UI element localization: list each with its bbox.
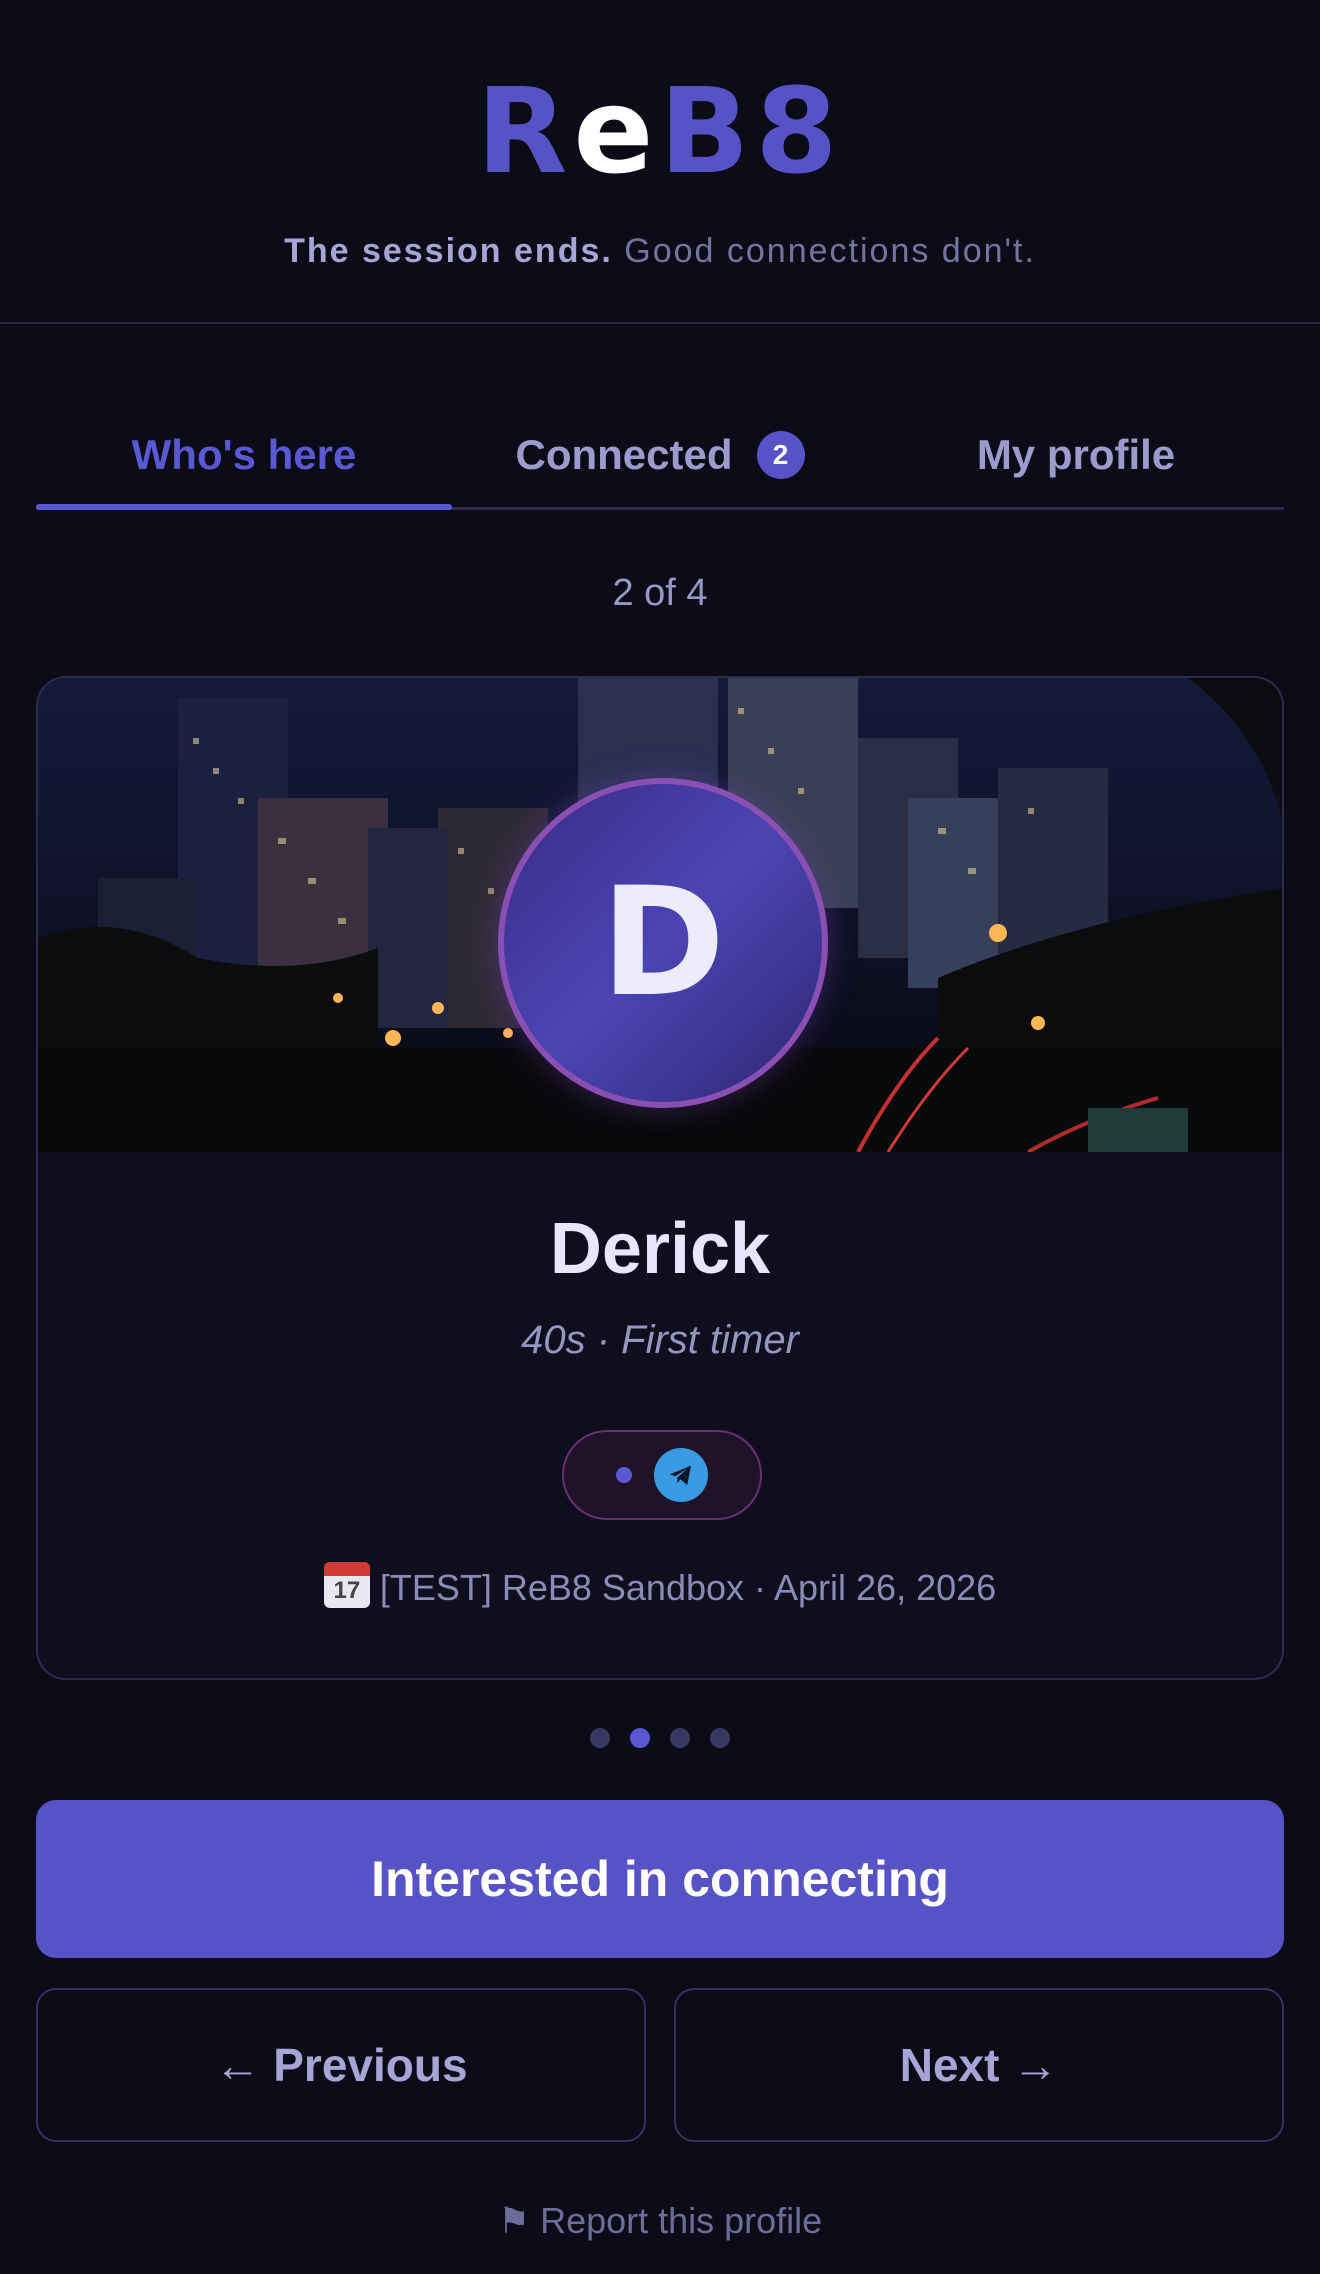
pagination-dot[interactable] <box>670 1728 690 1748</box>
tagline-rest: Good connections don't. <box>612 232 1036 270</box>
contact-methods-pill[interactable] <box>562 1430 762 1520</box>
telegram-icon[interactable] <box>654 1448 708 1502</box>
profile-card: D Derick 40s · First timer 17 [TEST] ReB8… <box>36 676 1284 1680</box>
profile-name: Derick <box>549 1209 771 1289</box>
calendar-day: 17 <box>333 1577 361 1604</box>
pagination-dot[interactable] <box>710 1728 730 1748</box>
app-logo: ReB8 <box>476 62 844 200</box>
tab-whos-here[interactable]: Who's here <box>36 400 452 510</box>
tab-bar: Who's here Connected 2 My profile <box>36 400 1284 510</box>
tagline-bold: The session ends. <box>284 232 613 270</box>
connected-count-badge: 2 <box>756 431 805 479</box>
profile-meta: 40s · First timer <box>521 1318 799 1362</box>
tab-connected[interactable]: Connected 2 <box>452 400 868 510</box>
report-profile-link[interactable]: ⚑ Report this profile <box>0 2200 1320 2242</box>
city-banner-image: D <box>38 678 1282 1152</box>
profile-avatar: D <box>498 778 828 1108</box>
pagination-dot[interactable] <box>590 1728 610 1748</box>
previous-button[interactable]: ← Previous <box>36 1988 646 2142</box>
tab-my-profile-label: My profile <box>976 431 1176 478</box>
tagline: The session ends. Good connections don't… <box>0 232 1320 271</box>
next-button[interactable]: Next → <box>674 1988 1284 2142</box>
active-tab-indicator <box>36 504 452 510</box>
status-dot <box>616 1467 632 1483</box>
avatar-initial: D <box>600 856 726 1030</box>
profile-counter: 2 of 4 <box>612 572 708 614</box>
tab-connected-label: Connected <box>515 431 733 478</box>
pagination-dot-active[interactable] <box>630 1728 650 1748</box>
app-header: ReB8 The session ends. Good connections … <box>0 0 1320 324</box>
event-text: [TEST] ReB8 Sandbox · April 26, 2026 <box>379 1567 997 1608</box>
event-info: 17 [TEST] ReB8 Sandbox · April 26, 2026 <box>38 1562 1282 1609</box>
calendar-icon: 17 <box>323 1562 370 1608</box>
tab-whos-here-label: Who's here <box>131 431 357 478</box>
interested-button[interactable]: Interested in connecting <box>36 1800 1284 1958</box>
tab-my-profile[interactable]: My profile <box>868 400 1284 510</box>
pagination-dots <box>0 1728 1320 1748</box>
